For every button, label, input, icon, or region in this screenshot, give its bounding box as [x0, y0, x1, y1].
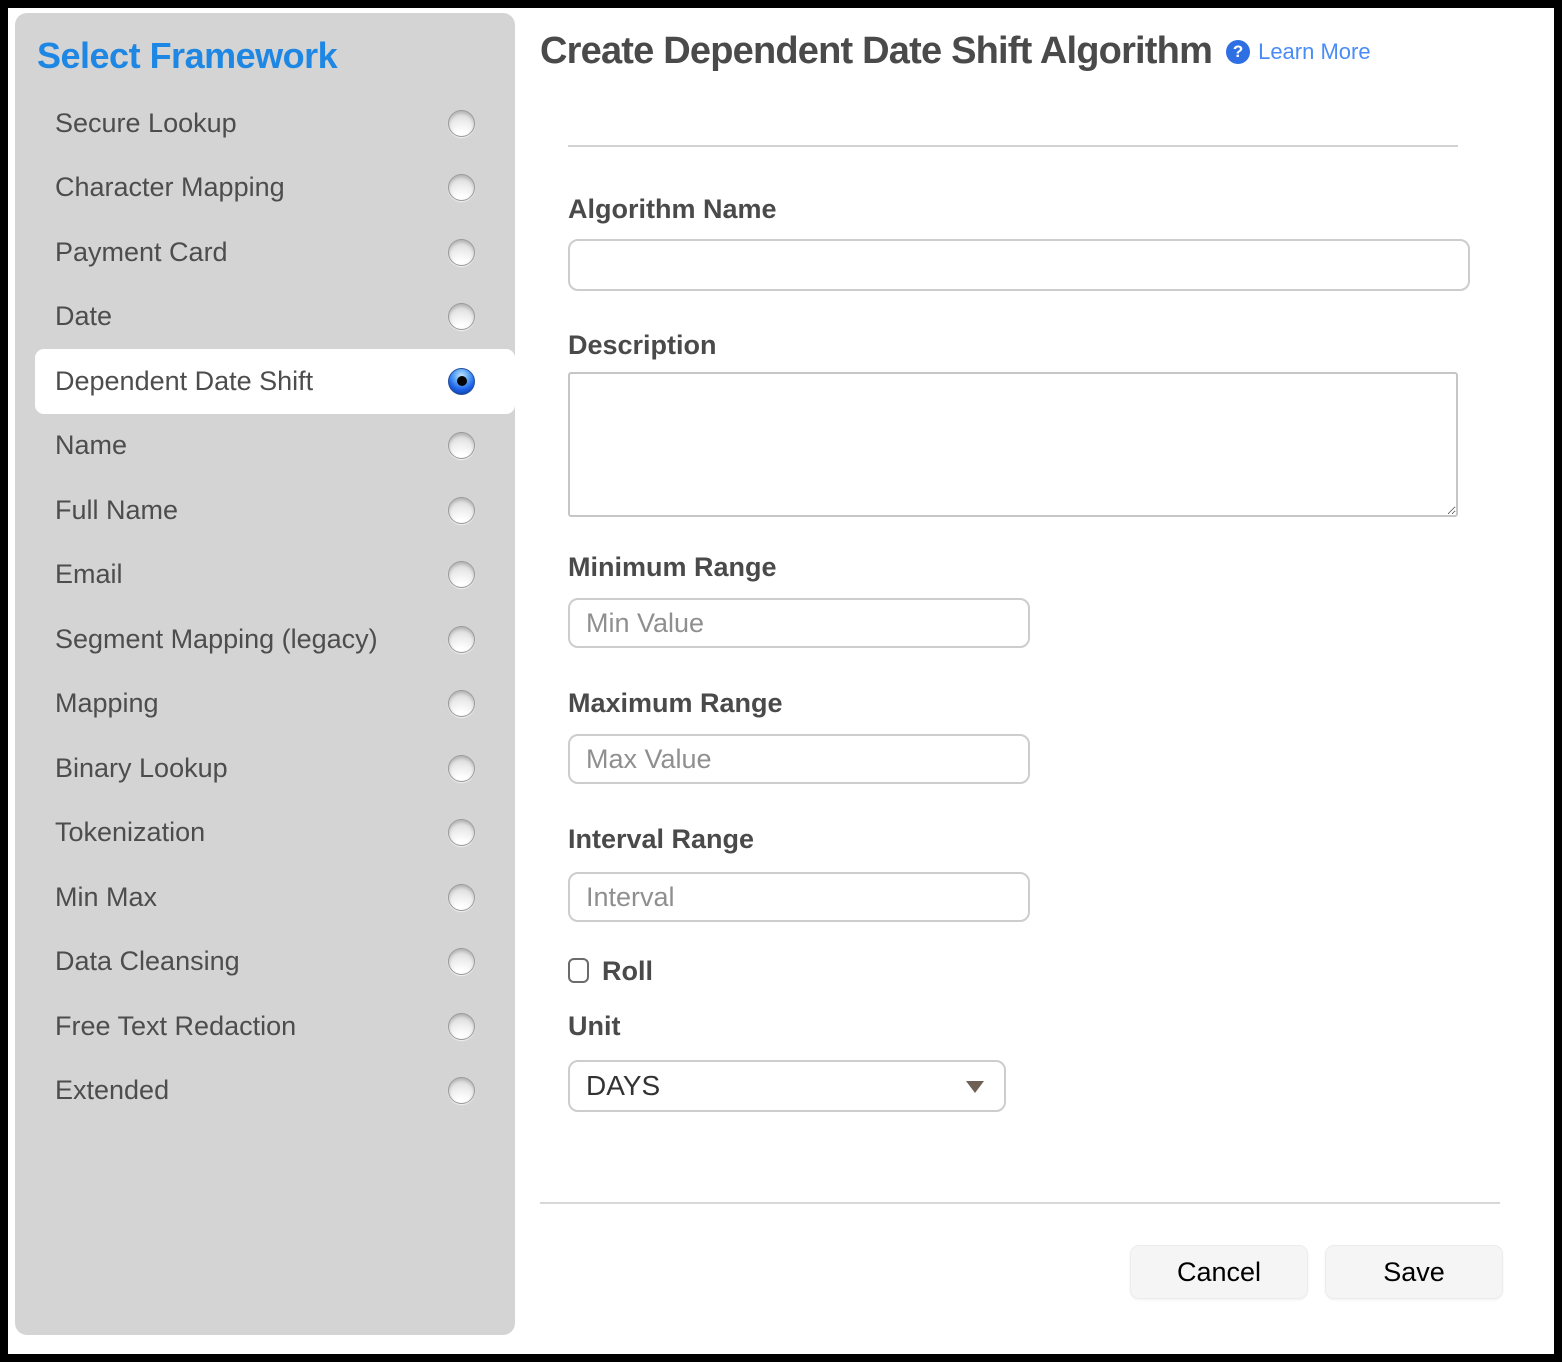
- sidebar-item-label: Data Cleansing: [55, 946, 240, 977]
- radio-icon[interactable]: [448, 239, 475, 266]
- radio-icon[interactable]: [448, 1013, 475, 1040]
- main-header: Create Dependent Date Shift Algorithm ? …: [540, 30, 1371, 74]
- sidebar-item-date[interactable]: Date: [15, 285, 515, 350]
- sidebar-item-tokenization[interactable]: Tokenization: [15, 801, 515, 866]
- sidebar-item-label: Name: [55, 430, 127, 461]
- radio-icon[interactable]: [448, 819, 475, 846]
- unit-label: Unit: [568, 1011, 620, 1042]
- radio-icon[interactable]: [448, 497, 475, 524]
- sidebar-item-mapping[interactable]: Mapping: [15, 672, 515, 737]
- sidebar-item-dependent-date-shift[interactable]: Dependent Date Shift: [35, 349, 515, 414]
- sidebar-item-label: Dependent Date Shift: [55, 366, 313, 397]
- radio-icon[interactable]: [448, 884, 475, 911]
- sidebar-item-full-name[interactable]: Full Name: [15, 478, 515, 543]
- sidebar-item-label: Date: [55, 301, 112, 332]
- sidebar-item-data-cleansing[interactable]: Data Cleansing: [15, 930, 515, 995]
- minimum-range-input[interactable]: [568, 598, 1030, 648]
- sidebar-item-secure-lookup[interactable]: Secure Lookup: [15, 91, 515, 156]
- radio-icon[interactable]: [448, 561, 475, 588]
- sidebar-item-label: Mapping: [55, 688, 159, 719]
- sidebar-item-label: Free Text Redaction: [55, 1011, 296, 1042]
- sidebar-item-label: Email: [55, 559, 123, 590]
- maximum-range-input[interactable]: [568, 734, 1030, 784]
- maximum-range-label: Maximum Range: [568, 688, 783, 719]
- sidebar-item-label: Character Mapping: [55, 172, 285, 203]
- framework-list: Secure Lookup Character Mapping Payment …: [15, 91, 515, 1123]
- unit-select[interactable]: DAYS: [568, 1060, 1006, 1112]
- sidebar-item-label: Binary Lookup: [55, 753, 228, 784]
- radio-icon[interactable]: [448, 110, 475, 137]
- window: Select Framework Secure Lookup Character…: [0, 0, 1562, 1362]
- sidebar-item-binary-lookup[interactable]: Binary Lookup: [15, 736, 515, 801]
- header-divider: [568, 145, 1458, 147]
- radio-icon[interactable]: [448, 626, 475, 653]
- sidebar-title: Select Framework: [37, 35, 337, 77]
- sidebar-item-label: Extended: [55, 1075, 169, 1106]
- sidebar-item-name[interactable]: Name: [15, 414, 515, 479]
- sidebar-item-character-mapping[interactable]: Character Mapping: [15, 156, 515, 221]
- sidebar-item-payment-card[interactable]: Payment Card: [15, 220, 515, 285]
- page-title: Create Dependent Date Shift Algorithm: [540, 30, 1212, 74]
- roll-label: Roll: [602, 956, 653, 987]
- algorithm-name-label: Algorithm Name: [568, 194, 777, 225]
- sidebar-item-label: Segment Mapping (legacy): [55, 624, 378, 655]
- question-circle-icon: ?: [1226, 40, 1250, 64]
- chevron-down-icon: [966, 1081, 984, 1093]
- sidebar-item-label: Full Name: [55, 495, 178, 526]
- radio-icon[interactable]: [448, 755, 475, 782]
- roll-checkbox[interactable]: [568, 958, 589, 983]
- sidebar-item-free-text-redaction[interactable]: Free Text Redaction: [15, 994, 515, 1059]
- interval-range-input[interactable]: [568, 872, 1030, 922]
- save-button[interactable]: Save: [1325, 1245, 1503, 1299]
- description-textarea[interactable]: [568, 372, 1458, 517]
- radio-icon[interactable]: [448, 690, 475, 717]
- learn-more-label: Learn More: [1258, 39, 1371, 65]
- sidebar-item-label: Min Max: [55, 882, 157, 913]
- radio-icon[interactable]: [448, 432, 475, 459]
- footer-divider: [540, 1202, 1500, 1204]
- radio-icon[interactable]: [448, 948, 475, 975]
- sidebar-item-label: Secure Lookup: [55, 108, 237, 139]
- sidebar-item-label: Payment Card: [55, 237, 228, 268]
- unit-selected-value: DAYS: [586, 1070, 660, 1102]
- description-label: Description: [568, 330, 717, 361]
- framework-sidebar: Select Framework Secure Lookup Character…: [15, 13, 515, 1335]
- radio-icon[interactable]: [448, 174, 475, 201]
- sidebar-item-min-max[interactable]: Min Max: [15, 865, 515, 930]
- radio-selected-icon[interactable]: [448, 368, 475, 395]
- minimum-range-label: Minimum Range: [568, 552, 777, 583]
- radio-icon[interactable]: [448, 1077, 475, 1104]
- cancel-button[interactable]: Cancel: [1130, 1245, 1308, 1299]
- sidebar-item-label: Tokenization: [55, 817, 205, 848]
- sidebar-item-extended[interactable]: Extended: [15, 1059, 515, 1124]
- algorithm-name-input[interactable]: [568, 239, 1470, 291]
- radio-icon[interactable]: [448, 303, 475, 330]
- sidebar-item-segment-mapping-legacy[interactable]: Segment Mapping (legacy): [15, 607, 515, 672]
- interval-range-label: Interval Range: [568, 824, 754, 855]
- learn-more-link[interactable]: ? Learn More: [1226, 39, 1371, 65]
- sidebar-item-email[interactable]: Email: [15, 543, 515, 608]
